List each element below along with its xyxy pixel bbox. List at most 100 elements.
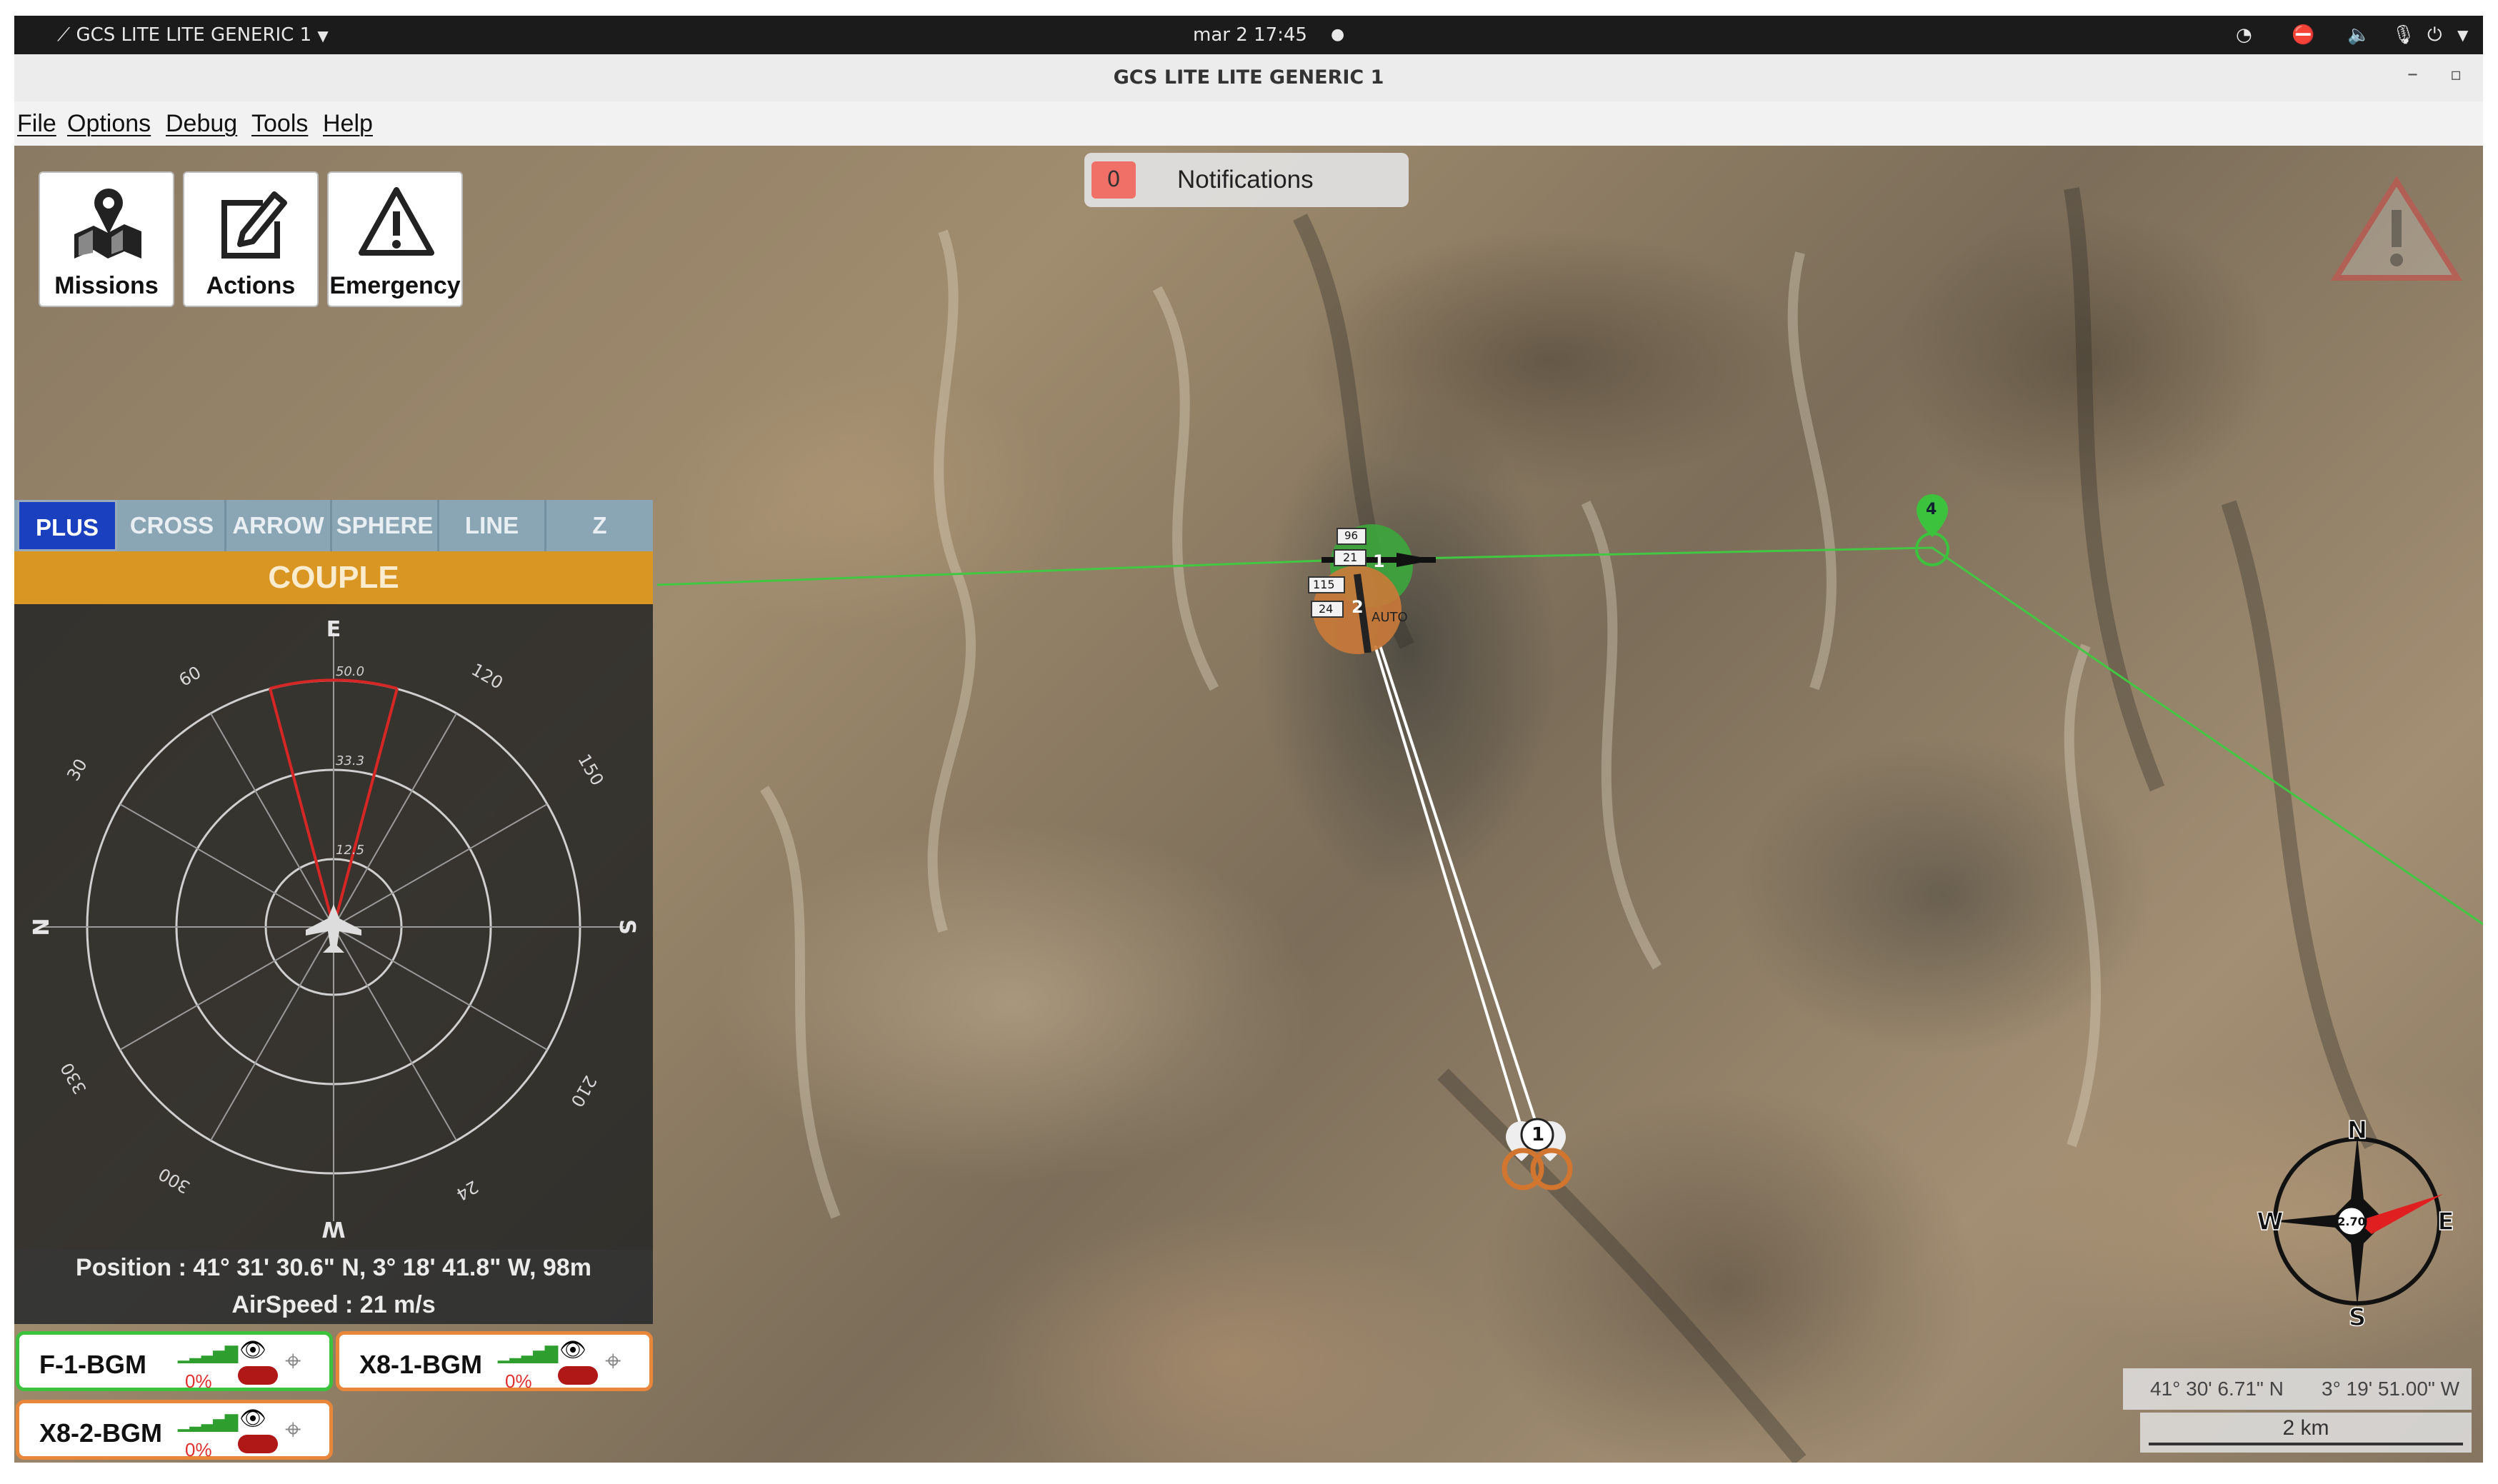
chevron-down-icon: ▼: [317, 27, 329, 44]
actions-button[interactable]: Actions: [183, 171, 319, 307]
radar-display: E W N S 30 60 120 150 210 24 300 330 50.…: [29, 617, 639, 1241]
position-text: Position : 41° 31' 30.6" N, 3° 18' 41.8"…: [76, 1254, 591, 1281]
menu-help[interactable]: Help: [323, 101, 373, 146]
app-menu-label: GCS LITE LITE GENERIC 1: [76, 24, 312, 46]
cursor-longitude: 3° 19' 51.00" W: [2322, 1378, 2460, 1400]
minimize-icon[interactable]: –: [2407, 61, 2418, 86]
ring-label: 12.5: [336, 843, 364, 858]
mode-label: AUTO: [1372, 610, 1408, 625]
bearing-label: 330: [56, 1059, 90, 1098]
menu-bar: File Options Debug Tools Help: [14, 101, 2483, 146]
emergency-button[interactable]: Emergency: [327, 171, 463, 307]
chevron-down-icon[interactable]: ▼: [2457, 16, 2468, 54]
alt-label: 96: [1344, 529, 1359, 542]
menu-debug[interactable]: Debug: [166, 101, 237, 146]
warning-triangle-icon[interactable]: [2330, 176, 2463, 281]
cardinal-label: S: [614, 919, 639, 935]
view-mode-tabs: PLUS CROSS ARROW SPHERE LINE Z: [14, 500, 653, 551]
signal-strength-icon: ▁▂▃▅▇: [178, 1343, 238, 1363]
system-top-bar: ⟋ GCS LITE LITE GENERIC 1 ▼ mar 2 17:45 …: [14, 16, 2483, 54]
do-not-disturb-icon[interactable]: ⛔: [2292, 16, 2314, 54]
window-title-bar: GCS LITE LITE GENERIC 1 – ▫: [14, 54, 2483, 102]
cardinal-label: N: [29, 918, 54, 936]
notification-count-badge: 0: [1091, 161, 1136, 199]
tab-plus[interactable]: PLUS: [17, 500, 117, 551]
app-icon: ⟋: [57, 24, 71, 46]
target-number: 1: [1532, 1124, 1545, 1145]
missions-label: Missions: [54, 272, 159, 299]
cursor-coordinates: 41° 30' 6.71" N 3° 19' 51.00" W: [2123, 1368, 2472, 1410]
arm-toggle[interactable]: [558, 1366, 598, 1385]
vehicle-name: X8-1-BGM: [359, 1350, 483, 1379]
bearing-label: 30: [63, 756, 91, 784]
window-title: GCS LITE LITE GENERIC 1: [1113, 66, 1384, 89]
scale-label: 2 km: [2282, 1416, 2329, 1440]
actions-label: Actions: [206, 272, 296, 299]
couple-button[interactable]: COUPLE: [14, 551, 653, 604]
menu-file[interactable]: File: [17, 101, 56, 146]
notifications-label: Notifications: [1177, 166, 1314, 194]
vehicle-name: F-1-BGM: [39, 1350, 146, 1379]
menu-options[interactable]: Options: [67, 101, 151, 146]
vehicle-1-number: 1: [1373, 551, 1385, 571]
cardinal-label: E: [326, 617, 341, 642]
crosshair-icon[interactable]: ⌖: [605, 1345, 621, 1378]
speed-label: 21: [1343, 551, 1358, 564]
compass-label: N: [2347, 1116, 2367, 1145]
menu-tools[interactable]: Tools: [251, 101, 308, 146]
tab-sphere[interactable]: SPHERE: [332, 500, 439, 551]
vehicle-card-x8-2-bgm[interactable]: X8-2-BGM ▁▂▃▅▇ 0% 👁 ⌖: [16, 1400, 333, 1460]
cursor-latitude: 41° 30' 6.71" N: [2150, 1378, 2284, 1400]
restore-icon[interactable]: ▫: [2450, 64, 2462, 84]
steam-icon[interactable]: ◔: [2236, 16, 2252, 54]
ring-label: 50.0: [336, 664, 364, 679]
warning-icon: [359, 187, 434, 256]
bearing-label: 24: [453, 1176, 481, 1205]
volume-icon[interactable]: 🔈: [2347, 16, 2370, 54]
radar-panel: E W N S 30 60 120 150 210 24 300 330 50.…: [14, 604, 653, 1250]
compass-heading: 2.70: [2337, 1215, 2365, 1228]
tab-z[interactable]: Z: [546, 500, 653, 551]
battery-percent: 0%: [185, 1370, 212, 1392]
bearing-label: 150: [574, 751, 607, 789]
tab-arrow[interactable]: ARROW: [226, 500, 332, 551]
ring-label: 33.3: [336, 753, 364, 768]
arm-toggle[interactable]: [238, 1366, 278, 1385]
bearing-label: 210: [566, 1072, 600, 1111]
aircraft-icon: [306, 904, 361, 953]
signal-strength-icon: ▁▂▃▅▇: [498, 1343, 558, 1363]
vehicle-name: X8-2-BGM: [39, 1418, 163, 1448]
scale-line: [2149, 1443, 2463, 1445]
emergency-label: Emergency: [329, 272, 461, 299]
app-menu[interactable]: ⟋ GCS LITE LITE GENERIC 1 ▼: [57, 16, 329, 55]
notifications-button[interactable]: 0 Notifications: [1084, 153, 1409, 207]
waypoint-number: 4: [1926, 501, 1937, 518]
crosshair-icon[interactable]: ⌖: [285, 1413, 301, 1446]
vehicle-card-f-1-bgm[interactable]: F-1-BGM ▁▂▃▅▇ 0% 👁 ⌖: [16, 1331, 333, 1392]
clock[interactable]: mar 2 17:45: [1193, 16, 1307, 54]
power-icon[interactable]: ⏻: [2427, 16, 2442, 54]
compass-label: E: [2437, 1208, 2454, 1236]
eye-icon[interactable]: 👁: [239, 1338, 266, 1363]
telemetry-readout: Position : 41° 31' 30.6" N, 3° 18' 41.8"…: [14, 1250, 653, 1324]
speed-label: 24: [1319, 602, 1334, 616]
compass-label: S: [2349, 1303, 2367, 1328]
alt-label: 115: [1313, 578, 1335, 591]
eye-icon[interactable]: 👁: [239, 1406, 266, 1431]
arm-toggle[interactable]: [238, 1435, 278, 1453]
bearing-label: 300: [155, 1163, 194, 1197]
missions-button[interactable]: Missions: [39, 171, 174, 307]
tab-line[interactable]: LINE: [439, 500, 546, 551]
crosshair-icon[interactable]: ⌖: [285, 1345, 301, 1378]
eye-icon[interactable]: 👁: [559, 1338, 586, 1363]
notification-dot-icon: ●: [1331, 26, 1345, 44]
battery-percent: 0%: [505, 1370, 532, 1392]
signal-strength-icon: ▁▂▃▅▇: [178, 1412, 238, 1432]
microphone-icon[interactable]: 🎙: [2392, 16, 2415, 54]
airspeed-text: AirSpeed : 21 m/s: [231, 1291, 436, 1318]
bearing-label: 60: [176, 662, 204, 691]
vehicle-card-x8-1-bgm[interactable]: X8-1-BGM ▁▂▃▅▇ 0% 👁 ⌖: [336, 1331, 653, 1392]
compass-rose[interactable]: N S E W 2.70: [2250, 1114, 2464, 1328]
cardinal-label: W: [321, 1216, 345, 1241]
tab-cross[interactable]: CROSS: [119, 500, 226, 551]
